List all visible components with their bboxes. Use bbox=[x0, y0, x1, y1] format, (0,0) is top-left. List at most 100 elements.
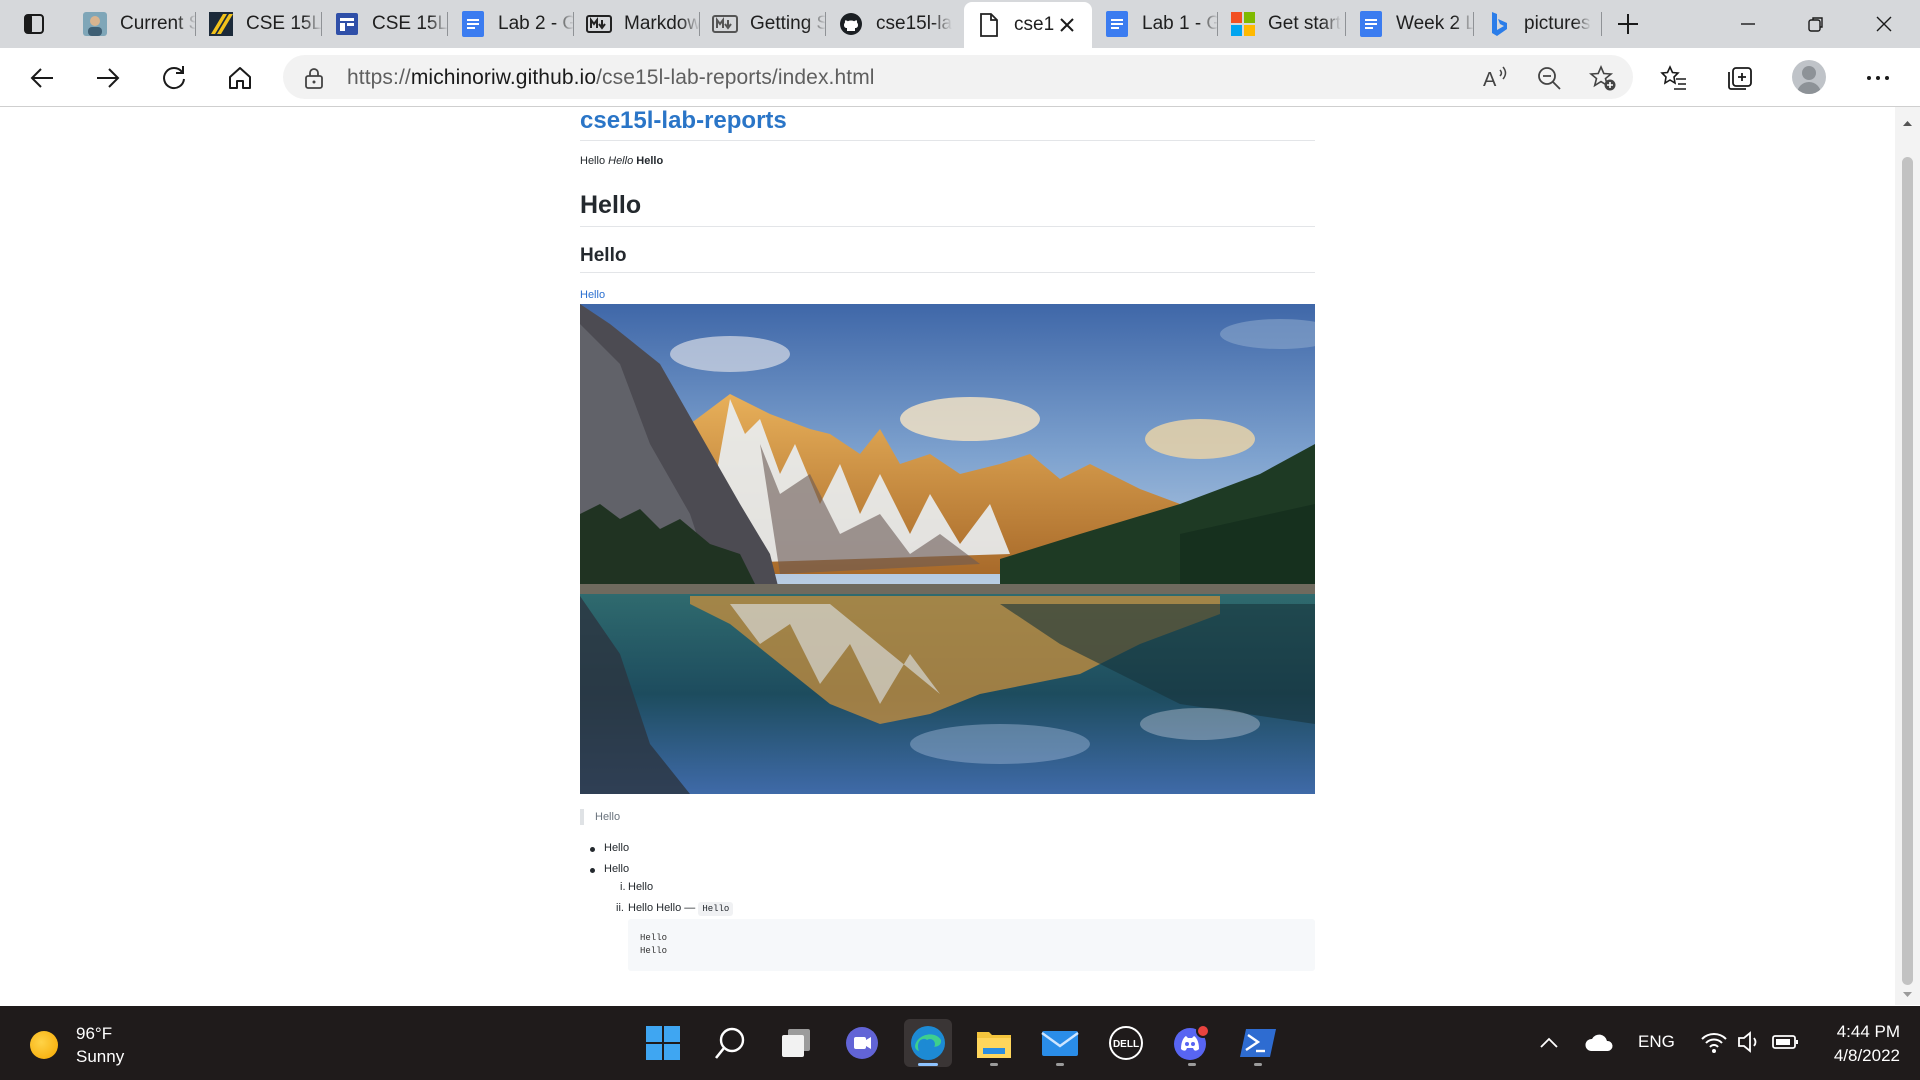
tab-active-cse15l[interactable]: cse1 bbox=[964, 2, 1092, 48]
tab-get-started-microsoft[interactable]: Get start bbox=[1218, 4, 1346, 44]
vertical-scrollbar[interactable] bbox=[1895, 107, 1920, 1005]
scroll-down-arrow-icon[interactable] bbox=[1895, 985, 1920, 1005]
clock-time: 4:44 PM bbox=[1836, 1022, 1900, 1041]
url-text[interactable]: https://michinoriw.github.io/cse15l-lab-… bbox=[347, 66, 875, 90]
paragraph-formatted: Hello Hello Hello bbox=[580, 155, 663, 167]
task-view-icon bbox=[782, 1029, 810, 1057]
weather-widget[interactable]: 96°F Sunny bbox=[30, 1022, 124, 1068]
tab-github[interactable]: cse15l-la bbox=[826, 4, 964, 44]
read-aloud-icon[interactable]: A bbox=[1478, 61, 1512, 95]
tab-actions-button[interactable] bbox=[14, 8, 54, 40]
heading-2: Hello bbox=[580, 245, 627, 266]
restore-button[interactable] bbox=[1786, 8, 1846, 40]
tab-title: Get start bbox=[1268, 13, 1341, 34]
close-window-button[interactable] bbox=[1854, 8, 1914, 40]
svg-text:DELL: DELL bbox=[1113, 1039, 1139, 1050]
tab-title: Week 2 L bbox=[1396, 13, 1474, 34]
sub-list-item: Hello bbox=[628, 881, 654, 893]
battery-icon[interactable] bbox=[1772, 1032, 1800, 1052]
chat-icon bbox=[846, 1027, 878, 1059]
language-indicator[interactable]: ENG bbox=[1638, 1032, 1675, 1052]
start-button[interactable] bbox=[639, 1019, 687, 1067]
heading-1-divider bbox=[580, 226, 1315, 227]
tab-getting-started[interactable]: Getting S bbox=[700, 4, 826, 44]
tab-lab1-docs[interactable]: Lab 1 - G bbox=[1092, 4, 1218, 44]
title-divider bbox=[580, 140, 1315, 141]
restore-icon bbox=[1808, 17, 1823, 32]
close-tab-icon[interactable] bbox=[1056, 14, 1078, 36]
tab-title: pictures bbox=[1524, 13, 1591, 34]
favorites-list-icon bbox=[1660, 65, 1686, 90]
bullet-marker bbox=[590, 868, 595, 873]
chevron-up-icon[interactable] bbox=[1538, 1033, 1560, 1053]
zoom-out-icon[interactable] bbox=[1532, 61, 1566, 95]
browser-toolbar: https://michinoriw.github.io/cse15l-lab-… bbox=[0, 48, 1920, 107]
hello-link[interactable]: Hello bbox=[580, 289, 605, 301]
refresh-button[interactable] bbox=[154, 58, 194, 98]
powershell-button[interactable] bbox=[1234, 1019, 1282, 1067]
bold-text: Hello bbox=[636, 155, 664, 167]
back-button[interactable] bbox=[22, 58, 62, 98]
onedrive-cloud-icon[interactable] bbox=[1584, 1033, 1614, 1053]
minimize-button[interactable] bbox=[1718, 8, 1778, 40]
tab-title: Lab 1 - G bbox=[1142, 13, 1218, 34]
github-icon bbox=[838, 11, 864, 37]
home-icon bbox=[229, 67, 251, 89]
collections-button[interactable] bbox=[1720, 58, 1760, 98]
clock-date: 4/8/2022 bbox=[1833, 1046, 1900, 1065]
list-item: Hello bbox=[604, 842, 630, 854]
url-path: /cse15l-lab-reports/index.html bbox=[596, 66, 875, 89]
scrollbar-thumb[interactable] bbox=[1902, 157, 1913, 985]
italic-text: Hello bbox=[608, 155, 634, 167]
settings-more-button[interactable] bbox=[1858, 58, 1898, 98]
wifi-icon[interactable] bbox=[1700, 1030, 1728, 1054]
windows-logo-icon bbox=[646, 1026, 680, 1060]
code-block: Hello Hello bbox=[628, 919, 1315, 971]
sub-list-marker: ii. bbox=[616, 902, 624, 914]
tab-title: cse1 bbox=[1014, 14, 1055, 35]
file-explorer-button[interactable] bbox=[970, 1019, 1018, 1067]
system-clock[interactable]: 4:44 PM 4/8/2022 bbox=[1810, 1020, 1900, 1068]
person-photo-icon bbox=[82, 11, 108, 37]
google-docs-icon bbox=[1104, 11, 1130, 37]
document-icon bbox=[976, 12, 1002, 38]
mail-button[interactable] bbox=[1036, 1019, 1084, 1067]
blockquote: Hello bbox=[580, 809, 620, 825]
tab-week2-docs[interactable]: Week 2 L bbox=[1346, 4, 1474, 44]
minimize-icon bbox=[1741, 23, 1755, 25]
home-button[interactable] bbox=[220, 58, 260, 98]
volume-icon[interactable] bbox=[1736, 1030, 1762, 1054]
teams-chat-button[interactable] bbox=[838, 1019, 886, 1067]
microsoft-icon bbox=[1230, 11, 1256, 37]
refresh-icon bbox=[163, 66, 185, 90]
mail-icon bbox=[1041, 1031, 1079, 1056]
forward-button[interactable] bbox=[88, 58, 128, 98]
address-bar[interactable]: https://michinoriw.github.io/cse15l-lab-… bbox=[283, 55, 1633, 99]
search-button[interactable] bbox=[706, 1019, 754, 1067]
lock-icon[interactable] bbox=[297, 61, 331, 95]
scroll-up-arrow-icon[interactable] bbox=[1895, 113, 1920, 133]
arrow-left-icon bbox=[30, 68, 53, 88]
site-title-link[interactable]: cse15l-lab-reports bbox=[580, 107, 787, 135]
tab-cse15l-canvas[interactable]: CSE 15L bbox=[196, 4, 322, 44]
discord-button[interactable] bbox=[1168, 1019, 1216, 1067]
edge-browser-button[interactable] bbox=[904, 1019, 952, 1067]
tab-markdown[interactable]: Markdow bbox=[574, 4, 700, 44]
edge-icon bbox=[911, 1026, 945, 1060]
tab-strip: Current S CSE 15L CSE 15L Lab 2 - G Mark… bbox=[0, 0, 1920, 48]
add-favorite-icon[interactable] bbox=[1586, 61, 1620, 95]
calendar-app-icon bbox=[334, 11, 360, 37]
tab-pictures-bing[interactable]: pictures bbox=[1474, 4, 1602, 44]
tab-lab2-docs[interactable]: Lab 2 - G bbox=[448, 4, 574, 44]
task-view-button[interactable] bbox=[772, 1019, 820, 1067]
tab-cse15l-calendar[interactable]: CSE 15L bbox=[322, 4, 448, 44]
favorites-button[interactable] bbox=[1654, 58, 1694, 98]
dell-app-button[interactable]: DELL bbox=[1102, 1019, 1150, 1067]
tab-current-s[interactable]: Current S bbox=[70, 4, 196, 44]
plain-text: Hello bbox=[580, 155, 609, 167]
heading-1: Hello bbox=[580, 191, 642, 219]
new-tab-icon[interactable] bbox=[1610, 10, 1646, 38]
markdown-icon bbox=[586, 11, 612, 37]
profile-avatar[interactable] bbox=[1792, 60, 1826, 94]
tab-title: Lab 2 - G bbox=[498, 13, 574, 34]
